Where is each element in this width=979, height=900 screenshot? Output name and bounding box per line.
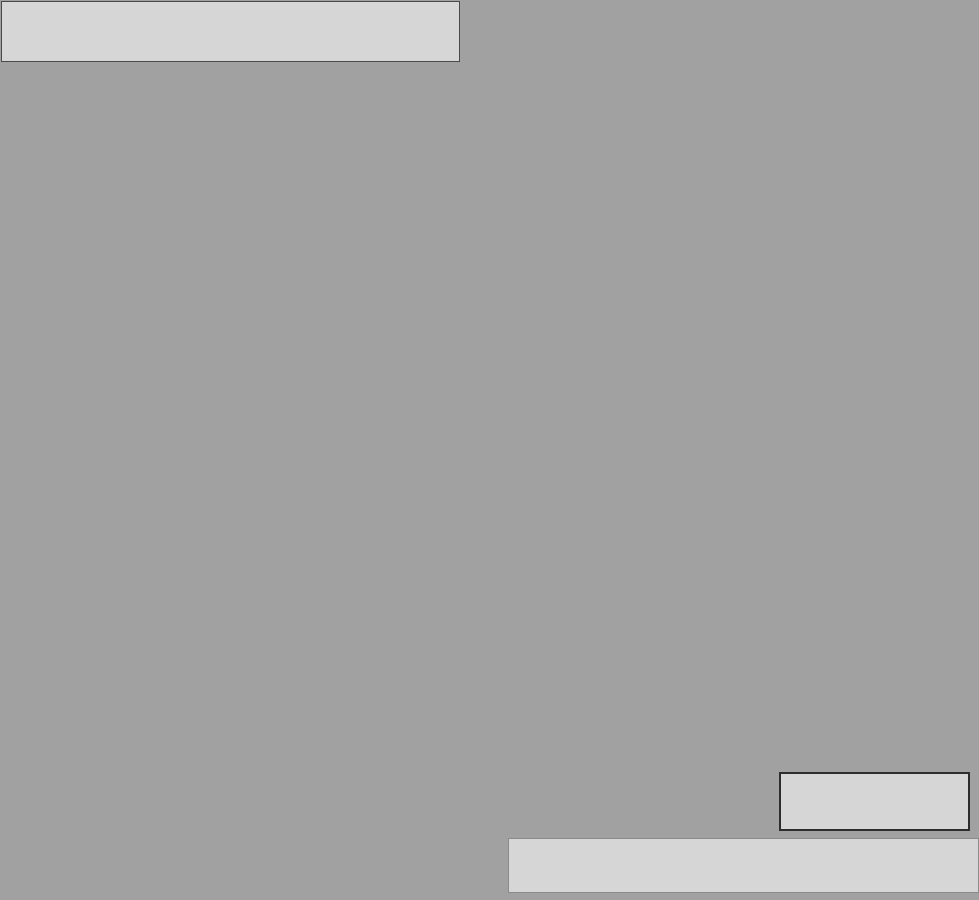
- wind-legend-label: [781, 774, 833, 829]
- map-canvas: [0, 0, 979, 900]
- title-box: [1, 1, 460, 62]
- wind-legend: [779, 772, 970, 831]
- cape-legend: [508, 838, 979, 893]
- weather-map-app: [0, 0, 979, 900]
- cape-legend-label: [509, 839, 645, 892]
- wind-legend-scale: [833, 774, 968, 829]
